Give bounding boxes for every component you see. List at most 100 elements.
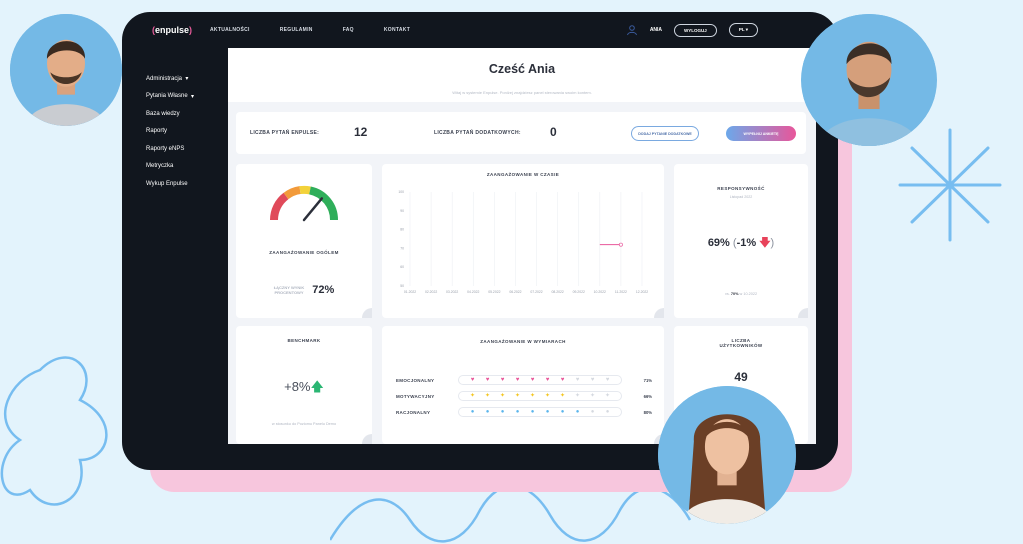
fill-survey-button[interactable]: WYPEŁNIJ ANKIETĘ	[726, 126, 796, 141]
nav-regulamin[interactable]: REGULAMIN	[280, 27, 313, 33]
avatar-woman	[658, 386, 796, 524]
users-title: LICZBA UŻYTKOWNIKÓW	[719, 338, 763, 348]
score-value: 72%	[312, 284, 335, 296]
main-content: Cześć Ania Witaj w systemie Enpulse. Pon…	[228, 48, 816, 444]
x-tick-label: 01.2022	[404, 290, 416, 294]
users-value: 49	[734, 370, 748, 384]
chevron-down-icon: ▾	[185, 76, 189, 83]
benchmark-title: BENCHMARK	[287, 338, 321, 343]
sidebar: Administracja ▾ Pytania Własne ▾ Baza wi…	[122, 48, 228, 470]
dimension-row: RACJONALNY ● ● ● ● ● ● ● ● ● ● 80%	[396, 406, 652, 418]
page-subtitle: Witaj w systemie Enpulse. Poniżej znajdz…	[452, 90, 592, 95]
sparkle-decoration	[898, 128, 1002, 242]
user-name[interactable]: ANIA	[650, 27, 662, 33]
benchmark-value: +8%🡅	[284, 379, 324, 394]
responsiveness-title: RESPONSYWNOŚĆ	[717, 186, 765, 191]
rating-icon: ✦	[484, 393, 491, 399]
benchmark-card: BENCHMARK +8%🡅 w stosunku do Poziomu Pan…	[236, 326, 372, 444]
avatar-man-right	[801, 14, 937, 146]
dimensions-card: ZAANGAŻOWANIE W WYMIARACH EMOCJONALNY ♥ ♥ ♥…	[382, 326, 664, 444]
rating-icon: ♥	[485, 377, 490, 383]
dimension-scale: ● ● ● ● ● ● ● ● ● ●	[458, 407, 622, 417]
x-tick-label: 03.2022	[446, 290, 458, 294]
y-tick-label: 80	[400, 228, 404, 232]
score-label: ŁĄCZNY WYNIK PROCENTOWY	[273, 285, 305, 295]
dimension-percent: 80%	[643, 409, 652, 415]
extra-questions-label: LICZBA PYTAŃ DODATKOWYCH:	[434, 130, 521, 136]
rating-icon: ✦	[604, 393, 611, 399]
rating-icon: ●	[605, 409, 610, 415]
x-tick-label: 10.2022	[594, 290, 606, 294]
x-tick-label: 07.2022	[530, 290, 542, 294]
rating-icon: ●	[470, 409, 475, 415]
arrow-up-icon: 🡅	[310, 379, 324, 394]
dimensions-title: ZAANGAŻOWANIE W WYMIARACH	[480, 339, 566, 344]
rating-icon: ♥	[575, 377, 580, 383]
x-tick-label: 11.2022	[615, 290, 627, 294]
x-tick-label: 05.2022	[488, 290, 500, 294]
rating-icon: ♥	[470, 377, 475, 383]
sidebar-item-baza-wiedzy[interactable]: Baza wiedzy	[122, 105, 228, 123]
top-navigation: (enpulse) AKTUALNOŚCI REGULAMIN FAQ KONT…	[122, 12, 838, 48]
wave-decoration-left	[0, 356, 108, 506]
responsiveness-comparison: vs. 70% w 10.2022	[724, 292, 758, 296]
rating-icon: ✦	[499, 393, 506, 399]
dimension-name: RACJONALNY	[396, 409, 431, 415]
responsiveness-value: 69% (-1% 🡇)	[707, 237, 775, 249]
dimension-name: EMOCJONALNY	[396, 377, 435, 383]
user-icon	[626, 25, 637, 36]
enpulse-questions-value: 12	[354, 125, 368, 139]
dimension-percent: 71%	[643, 377, 652, 383]
y-tick-label: 90	[400, 209, 404, 213]
nav-faq[interactable]: FAQ	[343, 27, 354, 33]
engagement-line-chart: 01.2022 02.2022 03.2022 04.2022 05.2022 06.20…	[398, 190, 648, 294]
logout-button[interactable]: WYLOGUJ	[674, 23, 717, 37]
rating-icon: ♥	[545, 377, 550, 383]
y-tick-label: 100	[398, 190, 404, 194]
rating-icon: ●	[515, 409, 520, 415]
expand-corner[interactable]	[362, 308, 372, 318]
sidebar-item-administracja[interactable]: Administracja ▾	[122, 70, 228, 88]
rating-icon: ✦	[559, 393, 566, 399]
rating-icon: ✦	[529, 393, 536, 399]
sidebar-item-pytania-wlasne[interactable]: Pytania Własne ▾	[122, 88, 228, 106]
engagement-time-title: ZAANGAŻOWANIE W CZASIE	[486, 172, 560, 177]
sidebar-item-raporty[interactable]: Raporty	[122, 123, 228, 141]
extra-questions-value: 0	[550, 125, 557, 139]
rating-icon: ♥	[590, 377, 595, 383]
enpulse-questions-label: LICZBA PYTAŃ ENPULSE:	[250, 130, 320, 136]
responsiveness-period: Listopad 2022	[729, 195, 753, 199]
rating-icon: ♥	[530, 377, 535, 383]
expand-corner[interactable]	[654, 308, 664, 318]
sidebar-item-wykup[interactable]: Wykup Enpulse	[122, 175, 228, 193]
rating-icon: ✦	[574, 393, 581, 399]
x-tick-label: 12.2022	[636, 290, 648, 294]
x-tick-label: 02.2022	[425, 290, 437, 294]
sidebar-item-raporty-enps[interactable]: Raporty eNPS	[122, 140, 228, 158]
x-tick-label: 04.2022	[467, 290, 479, 294]
logo[interactable]: (enpulse)	[152, 25, 192, 35]
rating-icon: ✦	[514, 393, 521, 399]
rating-icon: ●	[590, 409, 595, 415]
dimension-scale: ♥ ♥ ♥ ♥ ♥ ♥ ♥ ♥ ♥ ♥	[458, 375, 622, 385]
expand-corner[interactable]	[798, 308, 808, 318]
add-question-button[interactable]: DODAJ PYTANIE DODATKOWE	[631, 126, 699, 141]
expand-corner[interactable]	[362, 434, 372, 444]
nav-kontakt[interactable]: KONTAKT	[384, 27, 410, 33]
engagement-gauge	[270, 185, 339, 222]
rating-icon: ♥	[500, 377, 505, 383]
data-point[interactable]	[618, 242, 623, 247]
y-tick-label: 70	[400, 246, 404, 250]
language-select[interactable]: PL ▾	[728, 23, 758, 37]
sidebar-item-metryczka[interactable]: Metryczka	[122, 158, 228, 176]
x-tick-label: 08.2022	[552, 290, 564, 294]
engagement-time-card: ZAANGAŻOWANIE W CZASIE 01.2022 02.2022 03.…	[382, 164, 664, 318]
page-title: Cześć Ania	[488, 62, 556, 76]
engagement-title: ZAANGAŻOWANIE OGÓLEM	[269, 250, 339, 255]
x-tick-label: 06.2022	[509, 290, 521, 294]
rating-icon: ●	[485, 409, 490, 415]
arrow-down-icon: 🡇	[759, 237, 771, 249]
nav-aktualnosci[interactable]: AKTUALNOŚCI	[210, 27, 250, 33]
rating-icon: ♥	[515, 377, 520, 383]
rating-icon: ●	[560, 409, 565, 415]
